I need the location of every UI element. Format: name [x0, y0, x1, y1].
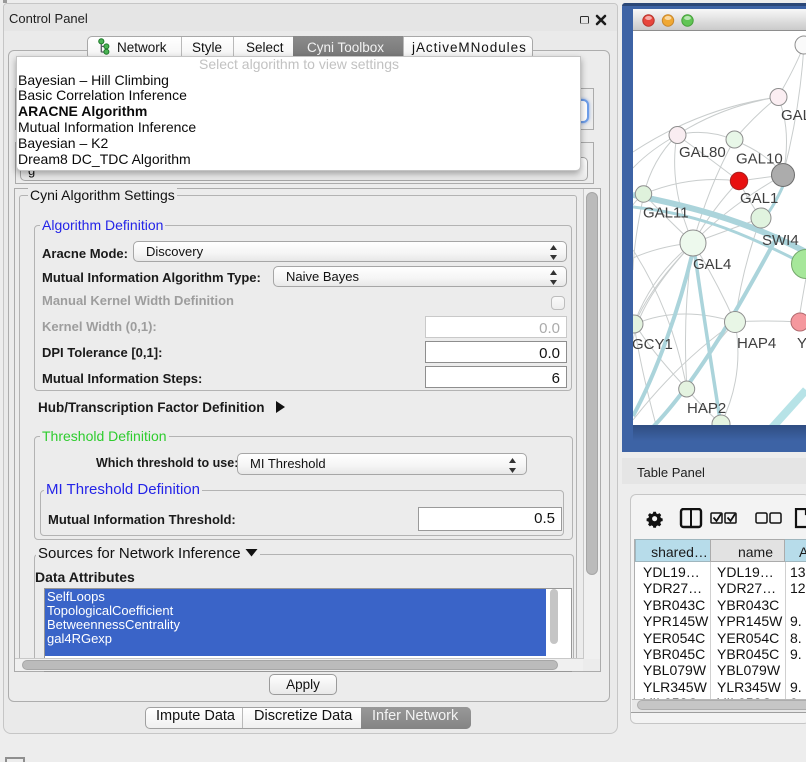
svg-text:HAP4: HAP4: [737, 335, 776, 352]
svg-text:GAL80: GAL80: [679, 144, 726, 161]
svg-text:HAP2: HAP2: [687, 400, 726, 417]
svg-text:GCY1: GCY1: [633, 336, 673, 353]
svg-text:GAL1: GAL1: [740, 190, 778, 207]
svg-text:Y: Y: [797, 335, 806, 352]
svg-text:GAL10: GAL10: [736, 151, 783, 168]
svg-text:SWI4: SWI4: [762, 232, 799, 249]
svg-text:GAL: GAL: [781, 107, 806, 124]
svg-text:GAL4: GAL4: [693, 256, 731, 273]
svg-text:GAL11: GAL11: [643, 205, 689, 222]
